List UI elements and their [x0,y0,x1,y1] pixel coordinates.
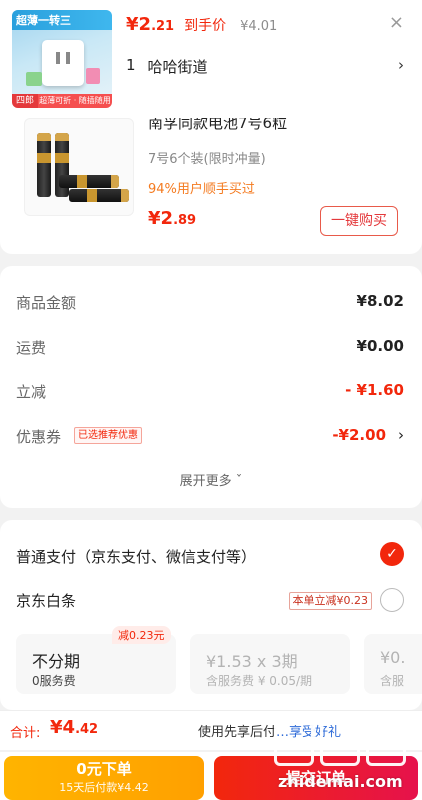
summary-value: -¥2.00 [332,426,386,444]
pay-later-order-button[interactable]: 0元下单 15天后付款¥4.42 [4,756,204,800]
chevron-right-icon[interactable]: › [398,56,404,74]
price-integer: 4 [62,717,76,738]
thumb-tag: 四郎 [12,94,38,108]
total-amount: ¥4.42 [50,717,98,738]
price-decimal: .21 [151,19,175,34]
hint-text: 使用先享后付 [198,725,277,740]
final-price-label: 到手价 [184,18,227,34]
product-spec: 7号6个装(限时冲量) [148,152,266,167]
battery-image [69,189,129,202]
summary-label: 运费 [16,339,47,357]
summary-label: 优惠券 [16,428,62,446]
thumb-banner-text: 超薄一转三 [16,14,71,27]
plan-main: ¥1.53 x 3期 [206,652,298,671]
watermark-logo-block [366,722,406,766]
plan-option-3[interactable]: ¥1.53 x 3期 含服务费 ¥ 0.05/期 [190,634,350,694]
plan-main: 不分期 [32,652,81,671]
plug-prong [56,52,60,64]
summary-label: 商品金额 [16,294,77,312]
summary-value: ¥8.02 [356,292,404,310]
watermark-logo-block [274,722,314,766]
summary-row-discount: 立减 - ¥1.60 [16,381,404,405]
chevron-right-icon[interactable]: › [398,426,404,444]
baitiao-discount-tag: 本单立减¥0.23 [288,592,372,610]
power-strip-image [42,40,84,86]
plan-discount-badge: 减0.23元 [112,626,171,644]
final-price-line: ¥2.21 到手价 ¥4.01 [126,14,277,35]
addon-product-card: 南孚同款电池7号6粒 7号6个装(限时冲量) 94%用户顺手买过 ¥2.89 一… [0,108,422,254]
battery-cap [121,189,129,202]
price-decimal: .89 [173,213,197,228]
coupon-recommended-tag: 已选推荐优惠 [74,427,142,444]
battery-band [87,189,97,202]
plan-main: ¥0. [380,648,406,667]
currency-symbol: ¥ [148,208,161,229]
one-click-buy-button[interactable]: 一键购买 [320,206,398,236]
summary-row-shipping: 运费 ¥0.00 [16,337,404,361]
summary-row-coupon[interactable]: 优惠券 已选推荐优惠 -¥2.00 › [16,426,404,450]
battery-band [55,153,69,163]
summary-value: ¥0.00 [356,337,404,355]
battery-image [37,133,51,197]
expand-more-link[interactable]: 展开更多 ˇ [0,470,422,489]
address-selector[interactable]: 1 哈哈街道 [126,56,208,77]
currency-symbol: ¥ [126,14,139,35]
plan-sub: 含服务费 ¥ 0.05/期 [206,674,313,688]
battery-product-image[interactable] [24,118,134,216]
battery-cap [111,175,119,188]
battery-cap [55,133,69,141]
product-price: ¥2.89 [148,208,196,229]
payment-method-card: 普通支付（京东支付、微信支付等） ✓ 京东白条 本单立减¥0.23 不分期 0服… [0,520,422,710]
address-text: 哈哈街道 [147,58,208,76]
battery-band [37,153,51,163]
thumb-footer: 超薄可折 · 随插随用 [38,94,112,108]
amount-summary-card: 商品金额 ¥8.02 运费 ¥0.00 立减 - ¥1.60 优惠券 已选推荐优… [0,266,422,508]
plan-sub: 0服务费 [32,674,76,688]
button-main-label: 0元下单 [76,760,132,778]
battery-image [59,175,119,188]
quantity: 1 [126,56,136,74]
summary-value: - ¥1.60 [345,381,404,399]
original-price: ¥4.01 [240,19,278,34]
product-thumbnail[interactable]: 超薄一转三 四郎 超薄可折 · 随插随用 [12,10,112,108]
baitiao-label[interactable]: 京东白条 [16,590,76,611]
close-icon[interactable]: × [389,12,404,33]
watermark-logo-block [320,722,360,766]
price-integer: 2 [160,208,174,229]
final-price: ¥2.21 [126,14,174,35]
adapter-image [26,72,42,86]
summary-label: 立减 [16,383,47,401]
plan-sub: 含服 [380,674,405,688]
order-sticky-header: 超薄一转三 四郎 超薄可折 · 随插随用 ¥2.21 到手价 ¥4.01 × 1… [0,0,422,118]
baitiao-radio[interactable] [380,588,404,612]
site-watermark: zhidemai.com [274,718,414,798]
button-sub-label: 15天后付款¥4.42 [59,781,149,794]
watermark-text: zhidemai.com [278,772,403,791]
battery-band [77,175,87,188]
plug-prong [66,52,70,64]
total-label: 合计: [10,726,41,741]
summary-row-goods: 商品金额 ¥8.02 [16,292,404,316]
checked-icon[interactable]: ✓ [380,542,404,566]
plan-option-more[interactable]: ¥0. 含服 [364,634,422,694]
adapter-image [86,68,100,84]
normal-payment-label[interactable]: 普通支付（京东支付、微信支付等） [16,546,256,567]
currency-symbol: ¥ [50,717,63,738]
price-integer: 2 [138,14,152,35]
price-decimal: .42 [75,722,99,737]
battery-cap [37,133,51,141]
purchase-rate: 94%用户顺手买过 [148,182,255,197]
